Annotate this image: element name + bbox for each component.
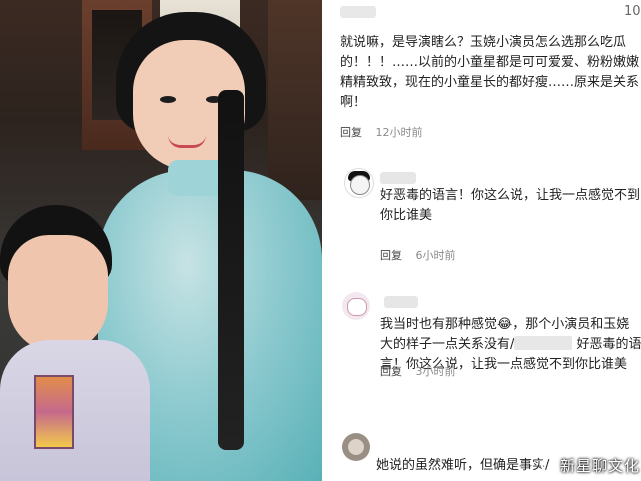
child-face	[8, 235, 108, 353]
blurred-mention	[514, 336, 573, 350]
comment-line: 就说嘛，是导演瞎么？玉娆小演员怎么选那么吃瓜	[340, 35, 627, 50]
comment-header: 10	[322, 0, 641, 26]
comment-line: 好恶毒的语言！你这么说，让我一点感觉不到	[380, 188, 641, 203]
count-fragment: 10	[624, 4, 641, 19]
timestamp: 6小时前	[415, 249, 456, 262]
watermark-logo-icon	[541, 457, 557, 473]
timestamp: 12小时前	[375, 126, 423, 139]
comment-text: 大的样子一点关系没有/	[380, 337, 515, 352]
timestamp: 3小时前	[415, 365, 456, 378]
cat-avatar-icon	[347, 298, 367, 316]
comment-1: 就说嘛，是导演瞎么？玉娆小演员怎么选那么吃瓜 的！！！……以前的小童星都是可可爱…	[340, 33, 639, 113]
woman-braid	[218, 90, 244, 450]
comment-2: 好恶毒的语言！你这么说，让我一点感觉不到 你比谁美	[380, 186, 640, 226]
cat-avatar-icon	[348, 439, 364, 455]
username-blurred	[380, 172, 416, 184]
avatar[interactable]	[344, 168, 374, 198]
username-blurred	[384, 296, 418, 308]
reply-button[interactable]: 回复	[380, 249, 402, 262]
comment-line: 她说的虽然难听，但确是事实/	[376, 458, 550, 473]
avatar[interactable]	[342, 433, 370, 461]
comment-2-meta: 回复 6小时前	[380, 247, 456, 263]
comment-line: 大的样子一点关系没有/ 好恶毒的语	[380, 335, 641, 355]
comment-line: 的！！！……以前的小童星都是可可爱爱、粉粉嫩嫩	[340, 55, 640, 70]
woman-left-eye	[160, 96, 176, 103]
reply-button[interactable]: 回复	[340, 126, 362, 139]
comment-text: 我当时也有那种感觉	[380, 317, 498, 332]
avatar-face	[350, 175, 370, 195]
child-embroidery	[34, 375, 74, 449]
comment-line: 你比谁美	[380, 208, 433, 223]
watermark: 新星聊文化	[541, 455, 640, 476]
comment-line: 精精致致，现在的小童星长的都好瘦……原来是关系	[340, 75, 640, 90]
comment-line: 我当时也有那种感觉😂，那个小演员和玉娆	[380, 315, 641, 335]
child-robe	[0, 340, 150, 481]
child-figure	[0, 200, 150, 481]
comment-text: 好恶毒的语	[572, 337, 641, 352]
avatar[interactable]	[342, 292, 370, 320]
comment-line: 啊！	[340, 95, 367, 110]
comment-panel: 10 就说嘛，是导演瞎么？玉娆小演员怎么选那么吃瓜 的！！！……以前的小童星都是…	[322, 0, 641, 481]
comment-3-meta: 回复 3小时前	[380, 363, 456, 379]
watermark-text: 新星聊文化	[560, 457, 641, 475]
laughing-emoji-icon: 😂	[497, 317, 513, 332]
comment-4: 她说的虽然难听，但确是事实/	[376, 456, 549, 476]
comment-1-meta: 回复 12小时前	[340, 124, 423, 140]
photo	[0, 0, 322, 481]
username-blurred	[340, 6, 376, 18]
comment-text: ，那个小演员和玉娆	[512, 317, 630, 332]
reply-button[interactable]: 回复	[380, 365, 402, 378]
